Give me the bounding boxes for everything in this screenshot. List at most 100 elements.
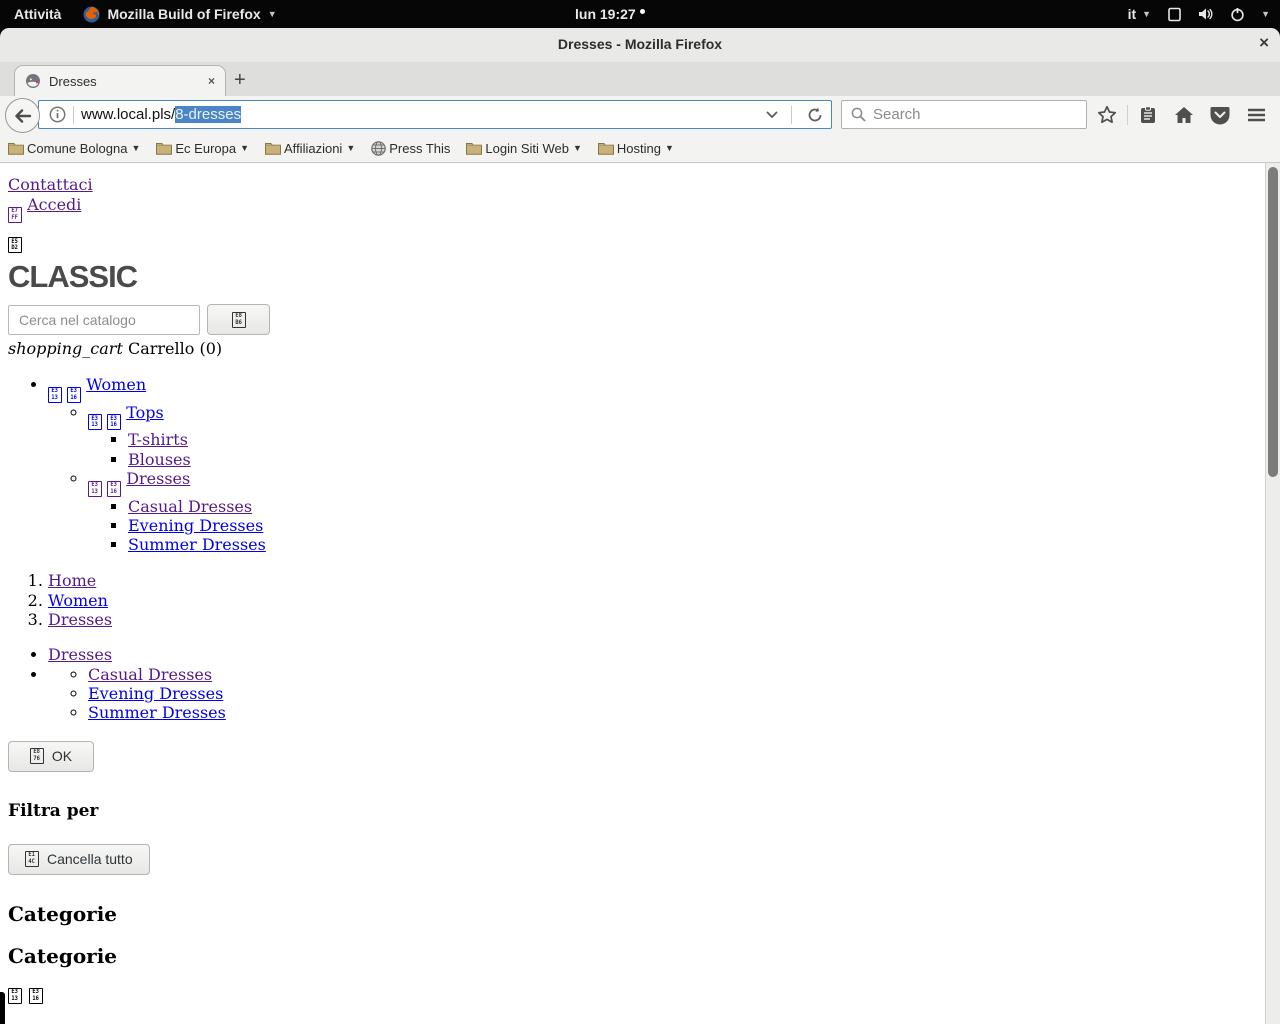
breadcrumb: Home Women Dresses [8,571,1260,629]
shop-logo[interactable]: CLASSIC [8,260,1260,294]
pocket-icon[interactable] [1202,106,1238,125]
contact-link[interactable]: Contattaci [8,175,93,194]
category-tree-item: Casual Dresses [88,665,1260,684]
breadcrumb-link-dresses[interactable]: Dresses [48,610,112,629]
menu-link-dresses[interactable]: E313 E316 Dresses [88,469,190,497]
category-link-summer-dresses[interactable]: Summer Dresses [88,703,226,722]
category-link-casual-dresses[interactable]: Casual Dresses [88,665,212,684]
home-icon[interactable] [1166,106,1202,124]
chevron-up-icon: E3 16 [107,480,122,497]
menu-toggle-icon[interactable]: E5 D2 [8,237,22,254]
bookmark-press-this[interactable]: Press This [371,141,450,156]
menu-hamburger-icon[interactable] [1238,108,1274,122]
menu-link-tshirts[interactable]: T-shirts [128,430,188,449]
breadcrumb-link-home[interactable]: Home [48,571,96,590]
category-link-evening-dresses[interactable]: Evening Dresses [88,684,223,703]
login-link[interactable]: E7 FF Accedi [8,195,81,223]
app-menu-label: Mozilla Build of Firefox [107,6,261,22]
tab-favicon [25,73,41,89]
clock-label: lun 19:27 [575,6,636,22]
cart-summary[interactable]: shopping_cart Carrello (0) [8,339,1260,359]
keyboard-layout-indicator[interactable]: it ▼ [1128,6,1151,22]
site-info-icon[interactable] [49,106,66,123]
chevron-down-icon: ▼ [573,143,582,153]
menu-item-tshirts: T-shirts [128,430,1260,449]
bookmark-folder-ec-europa[interactable]: Ec Europa ▼ [156,141,249,156]
chevron-up-icon: E3 16 [67,386,82,403]
page-content: Contattaci E7FF Accedi E5D2 CLASSIC E8B6… [0,163,1280,1024]
person-icon: E7 FF [8,206,22,223]
globe-icon [371,140,387,156]
toolbar-separator [1127,105,1128,125]
url-dropdown-icon[interactable] [766,111,778,119]
power-icon[interactable] [1230,7,1245,22]
clear-all-button[interactable]: E1 4C Cancella tutto [8,843,150,875]
back-button[interactable] [5,98,40,133]
status-popup-corner [0,992,5,1024]
facet-collapse-toggle[interactable]: E3 13 E3 16 [8,987,1260,1004]
catalog-search-button[interactable]: E8 B6 [207,304,270,336]
reload-button[interactable] [807,107,823,123]
chevron-down-icon: ▼ [665,143,674,153]
category-tree-item: Summer Dresses [88,703,1260,722]
new-tab-button[interactable]: + [234,68,246,92]
menu-link-tops[interactable]: E313 E316 Tops [88,403,164,431]
breadcrumb-item-women: Women [48,591,1260,610]
menu-item-casual-dresses: Casual Dresses [128,497,1260,516]
window-close-button[interactable]: × [1259,33,1269,53]
display-icon[interactable] [1167,7,1182,22]
categories-heading: Categorie [8,943,118,968]
categories-heading: Categorie [8,901,118,926]
menu-link-summer-dresses[interactable]: Summer Dresses [128,535,266,554]
gnome-clock[interactable]: lun 19:27 [575,0,645,28]
tab-strip: Dresses × + [0,62,1280,96]
activities-button[interactable]: Attività [14,6,61,22]
breadcrumb-item-home: Home [48,571,1260,590]
main-nav-menu: E313 E316 Women E313 E316 Tops T-shirts … [8,375,1260,554]
menu-link-women[interactable]: E313 E316 Women [48,375,146,403]
filter-ok-button[interactable]: E8 76 OK [8,740,94,772]
chevron-down-icon: ▼ [1142,9,1152,19]
navigation-toolbar: www.local.pls/8-dresses Search [0,96,1280,134]
volume-icon[interactable] [1198,7,1214,21]
category-tree-item: Evening Dresses [88,684,1260,703]
chevron-down-icon[interactable]: ▼ [1261,9,1270,19]
bookmark-star-icon[interactable] [1089,105,1125,125]
search-bar[interactable]: Search [841,100,1087,129]
category-tree-children: Casual Dresses Evening Dresses Summer Dr… [48,665,1260,723]
tab-close-icon[interactable]: × [208,74,215,88]
done-icon: E8 76 [29,748,44,765]
window-title: Dresses - Mozilla Firefox [557,36,723,52]
window-titlebar[interactable]: Dresses - Mozilla Firefox × [0,28,1280,63]
url-prefix: www.local.pls/ [81,106,176,123]
menu-link-blouses[interactable]: Blouses [128,450,191,469]
bookmark-folder-hosting[interactable]: Hosting ▼ [597,141,674,156]
url-divider [73,105,74,124]
search-icon: E8 B6 [231,311,246,328]
menu-link-casual-dresses[interactable]: Casual Dresses [128,497,252,516]
vertical-scrollbar[interactable] [1265,163,1280,1024]
menu-link-evening-dresses[interactable]: Evening Dresses [128,516,263,535]
breadcrumb-item-dresses: Dresses [48,610,1260,629]
bookmark-folder-login-siti-web[interactable]: Login Siti Web ▼ [466,141,582,156]
breadcrumb-link-women[interactable]: Women [48,591,108,610]
bookmark-folder-affiliazioni[interactable]: Affiliazioni ▼ [265,141,355,156]
catalog-search-input[interactable] [8,304,200,335]
url-bar[interactable]: www.local.pls/8-dresses [38,100,832,129]
bookmark-label: Affiliazioni [284,140,343,156]
chevron-down-icon: ▼ [267,9,277,19]
bookmark-label: Press This [389,140,451,156]
scrollbar-thumb[interactable] [1268,167,1278,477]
filter-title: Filtra per [8,800,99,821]
folder-icon [597,141,614,155]
chevron-down-icon: ▼ [131,143,141,153]
menu-item-evening-dresses: Evening Dresses [128,516,1260,535]
bookmark-folder-comune-bologna[interactable]: Comune Bologna ▼ [8,141,140,156]
firefox-app-menu[interactable]: Mozilla Build of Firefox ▼ [83,6,277,23]
url-text[interactable]: www.local.pls/8-dresses [81,106,242,123]
gnome-top-bar: Attività Mozilla Build of Firefox ▼ lun … [0,0,1280,28]
tab-dresses[interactable]: Dresses × [14,65,226,96]
library-icon[interactable] [1130,105,1166,125]
menu-item-tops: E313 E316 Tops T-shirts Blouses [88,403,1260,469]
category-link-dresses[interactable]: Dresses [48,645,112,664]
